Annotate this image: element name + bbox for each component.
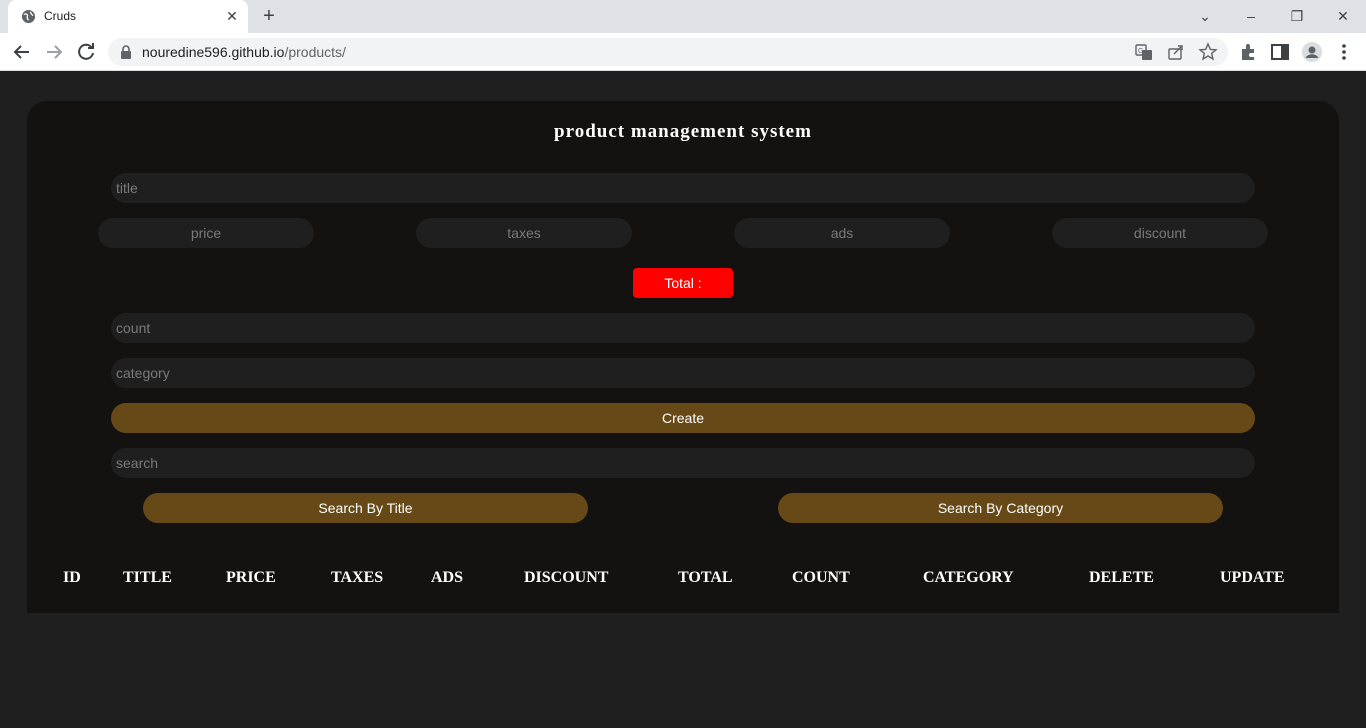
table-header-id: ID — [63, 569, 81, 586]
search-by-category-button[interactable]: Search By Category — [778, 493, 1223, 523]
total-badge: Total : — [633, 268, 733, 298]
table-header-taxes: TAXES — [331, 569, 384, 586]
table-header-delete: DELETE — [1089, 569, 1154, 586]
window-close-icon[interactable]: ✕ — [1332, 5, 1354, 27]
new-tab-icon[interactable]: + — [258, 6, 280, 28]
browser-toolbar: nouredine596.github.io/products/ G — [0, 33, 1366, 71]
count-input[interactable]: count — [111, 313, 1255, 343]
profile-avatar-icon[interactable] — [1301, 41, 1323, 63]
globe-icon — [21, 9, 36, 24]
search-input[interactable]: search — [111, 448, 1255, 478]
url-text: nouredine596.github.io/products/ — [142, 44, 346, 60]
back-arrow-icon[interactable] — [10, 40, 34, 64]
discount-input[interactable]: discount — [1052, 218, 1268, 248]
translate-icon[interactable]: G — [1134, 42, 1154, 62]
title-input[interactable]: title — [111, 173, 1255, 203]
svg-text:G: G — [1138, 48, 1143, 55]
category-input[interactable]: category — [111, 358, 1255, 388]
forward-arrow-icon[interactable] — [42, 40, 66, 64]
page-viewport: product management system title price ta… — [0, 71, 1366, 728]
page-title: product management system — [554, 121, 812, 142]
price-input[interactable]: price — [98, 218, 314, 248]
table-header-price: PRICE — [226, 569, 276, 586]
lock-icon — [121, 45, 131, 59]
side-panel-icon[interactable] — [1269, 41, 1291, 63]
reload-icon[interactable] — [74, 40, 98, 64]
table-header-total: TOTAL — [678, 569, 733, 586]
star-icon[interactable] — [1198, 42, 1218, 62]
create-button[interactable]: Create — [111, 403, 1255, 433]
table-header-ads: ADS — [431, 569, 464, 586]
restore-icon[interactable]: ❐ — [1286, 5, 1308, 27]
table-header-title: TITLE — [123, 569, 172, 586]
more-menu-icon[interactable] — [1333, 41, 1355, 63]
taxes-input[interactable]: taxes — [416, 218, 632, 248]
extensions-icon[interactable] — [1237, 41, 1259, 63]
share-icon[interactable] — [1166, 42, 1186, 62]
crud-panel: product management system title price ta… — [27, 101, 1339, 613]
table-header-count: COUNT — [792, 569, 850, 586]
address-bar[interactable]: nouredine596.github.io/products/ G — [108, 38, 1228, 66]
close-icon[interactable]: ✕ — [224, 8, 240, 24]
ads-input[interactable]: ads — [734, 218, 950, 248]
browser-tab[interactable]: Cruds ✕ — [8, 0, 248, 33]
table-header-category: CATEGORY — [923, 569, 1014, 586]
table-header-discount: DISCOUNT — [524, 569, 609, 586]
tab-title: Cruds — [44, 9, 77, 23]
minimize-icon[interactable]: – — [1240, 5, 1262, 27]
browser-tabstrip: Cruds ✕ + ⌄ – ❐ ✕ — [0, 0, 1366, 33]
chevron-down-icon[interactable]: ⌄ — [1194, 5, 1216, 27]
table-header-update: UPDATE — [1220, 569, 1285, 586]
search-by-title-button[interactable]: Search By Title — [143, 493, 588, 523]
